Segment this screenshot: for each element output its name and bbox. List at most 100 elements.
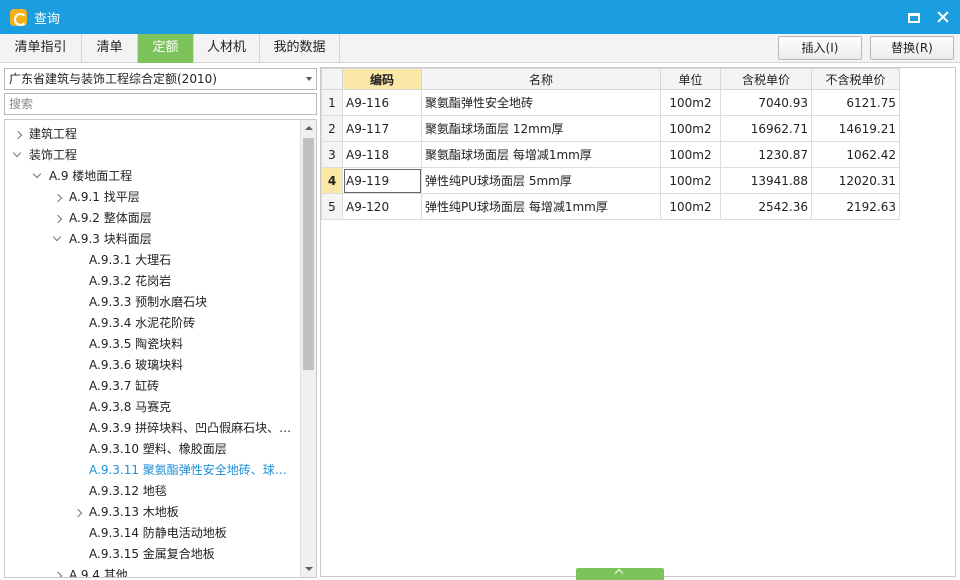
tab-labor-material-machine[interactable]: 人材机 (194, 34, 260, 63)
header-price-without-tax[interactable]: 不含税单价 (811, 68, 900, 90)
price-with-tax-cell[interactable]: 1230.87 (720, 141, 812, 168)
replace-button[interactable]: 替换(R) (870, 36, 954, 60)
code-cell[interactable]: A9-117 (342, 115, 422, 142)
search-input[interactable] (4, 93, 317, 115)
maximize-icon[interactable] (908, 13, 920, 23)
tree-item[interactable]: A.9.3.1 大理石 (5, 250, 300, 271)
tree-item[interactable]: A.9.1 找平层 (5, 187, 300, 208)
name-cell[interactable]: 弹性纯PU球场面层 每增减1mm厚 (421, 193, 661, 220)
chevron-right-icon[interactable] (49, 208, 65, 229)
price-with-tax-cell[interactable]: 7040.93 (720, 89, 812, 116)
tree-item[interactable]: A.9.3.4 水泥花阶砖 (5, 313, 300, 334)
tree-item[interactable]: A.9.2 整体面层 (5, 208, 300, 229)
window-controls (908, 0, 950, 34)
tree-item[interactable]: A.9 楼地面工程 (5, 166, 300, 187)
unit-cell[interactable]: 100m2 (660, 115, 721, 142)
name-cell[interactable]: 聚氨酯弹性安全地砖 (421, 89, 661, 116)
tree-item[interactable]: A.9.4 其他 (5, 565, 300, 577)
chevron-right-icon[interactable] (69, 502, 85, 523)
tree-item[interactable]: A.9.3.15 金属复合地板 (5, 544, 300, 565)
chevron-right-icon[interactable] (9, 124, 25, 145)
header-code[interactable]: 编码 (342, 68, 422, 90)
chevron-down-icon[interactable] (9, 145, 25, 166)
chevron-right-icon[interactable] (49, 565, 65, 577)
table-row[interactable]: 3 A9-118 聚氨酯球场面层 每增减1mm厚 100m2 1230.87 1062.4… (321, 141, 900, 168)
price-without-tax-cell[interactable]: 1062.42 (811, 141, 900, 168)
price-without-tax-cell[interactable]: 12020.31 (811, 167, 900, 194)
tree-item-label: A.9.3.6 玻璃块料 (89, 358, 184, 372)
tab-my-data[interactable]: 我的数据 (260, 34, 340, 63)
tab-quota[interactable]: 定额 (138, 34, 194, 63)
header-price-with-tax[interactable]: 含税单价 (720, 68, 812, 90)
name-cell[interactable]: 聚氨酯球场面层 每增减1mm厚 (421, 141, 661, 168)
tree-item[interactable]: A.9.3.6 玻璃块料 (5, 355, 300, 376)
tree-item[interactable]: A.9.3.10 塑料、橡胶面层 (5, 439, 300, 460)
chevron-down-icon[interactable] (49, 229, 65, 250)
tree-item[interactable]: 装饰工程 (5, 145, 300, 166)
tree-item[interactable]: A.9.3.3 预制水磨石块 (5, 292, 300, 313)
scroll-thumb[interactable] (303, 138, 314, 370)
tree-item-label: A.9.3.1 大理石 (89, 253, 172, 267)
header-name[interactable]: 名称 (421, 68, 661, 90)
header-unit[interactable]: 单位 (660, 68, 721, 90)
chevron-right-icon[interactable] (49, 187, 65, 208)
table-row[interactable]: 2 A9-117 聚氨酯球场面层 12mm厚 100m2 16962.71 14619.2… (321, 115, 900, 142)
name-cell[interactable]: 聚氨酯球场面层 12mm厚 (421, 115, 661, 142)
scroll-up-icon[interactable] (301, 120, 316, 136)
panel-collapse-handle[interactable] (576, 568, 664, 580)
library-select[interactable]: 广东省建筑与装饰工程综合定额(2010) (4, 68, 317, 90)
tree-item[interactable]: A.9.3 块料面层 (5, 229, 300, 250)
price-with-tax-cell[interactable]: 16962.71 (720, 115, 812, 142)
title-bar: 查询 (0, 0, 960, 34)
price-without-tax-cell[interactable]: 2192.63 (811, 193, 900, 220)
price-with-tax-cell[interactable]: 13941.88 (720, 167, 812, 194)
row-number-cell[interactable]: 4 (321, 167, 343, 194)
tree-item[interactable]: A.9.3.8 马赛克 (5, 397, 300, 418)
tree-item[interactable]: A.9.3.11 聚氨酯弹性安全地砖、球… (5, 460, 300, 481)
table-row[interactable]: 4 A9-119 弹性纯PU球场面层 5mm厚 100m2 13941.88 12020.… (321, 167, 900, 194)
code-cell[interactable]: A9-116 (342, 89, 422, 116)
dropdown-arrow-icon[interactable] (306, 77, 312, 81)
unit-cell[interactable]: 100m2 (660, 141, 721, 168)
tree-item[interactable]: A.9.3.5 陶瓷块料 (5, 334, 300, 355)
tree-scrollbar[interactable] (300, 120, 316, 577)
row-number-cell[interactable]: 3 (321, 141, 343, 168)
chevron-down-icon[interactable] (29, 166, 45, 187)
close-icon[interactable] (936, 10, 950, 24)
tree-item[interactable]: A.9.3.7 缸砖 (5, 376, 300, 397)
row-number-cell[interactable]: 1 (321, 89, 343, 116)
tree-item-label: A.9.3.2 花岗岩 (89, 274, 172, 288)
table-row[interactable]: 5 A9-120 弹性纯PU球场面层 每增减1mm厚 100m2 2542.36 2192… (321, 193, 900, 220)
tree-item[interactable]: 建筑工程 (5, 124, 300, 145)
tree-item[interactable]: A.9.3.13 木地板 (5, 502, 300, 523)
category-tree: 建筑工程 装饰工程 A.9 楼地面工程 A.9.1 找平层 A.9.2 整体面层 A.9.… (4, 119, 317, 578)
tree-item-label: A.9.3.11 聚氨酯弹性安全地砖、球… (89, 463, 287, 477)
scroll-down-icon[interactable] (301, 561, 316, 577)
tree-item-label: A.9.3.15 金属复合地板 (89, 547, 215, 561)
tree-item-label: A.9.3.4 水泥花阶砖 (89, 316, 196, 330)
table-row[interactable]: 1 A9-116 聚氨酯弹性安全地砖 100m2 7040.93 6121.75 (321, 89, 900, 116)
code-cell[interactable]: A9-119 (342, 167, 422, 194)
tree-item-label: A.9 楼地面工程 (49, 169, 133, 183)
tree-item-label: A.9.3.14 防静电活动地板 (89, 526, 227, 540)
row-number-cell[interactable]: 5 (321, 193, 343, 220)
tab-bill[interactable]: 清单 (82, 34, 138, 63)
price-without-tax-cell[interactable]: 6121.75 (811, 89, 900, 116)
row-number-cell[interactable]: 2 (321, 115, 343, 142)
price-with-tax-cell[interactable]: 2542.36 (720, 193, 812, 220)
tree-item-label: 装饰工程 (29, 148, 78, 162)
tree-item[interactable]: A.9.3.14 防静电活动地板 (5, 523, 300, 544)
unit-cell[interactable]: 100m2 (660, 89, 721, 116)
insert-button[interactable]: 插入(I) (778, 36, 862, 60)
name-cell[interactable]: 弹性纯PU球场面层 5mm厚 (421, 167, 661, 194)
tree-item[interactable]: A.9.3.9 拼碎块料、凹凸假麻石块、… (5, 418, 300, 439)
tree-item[interactable]: A.9.3.12 地毯 (5, 481, 300, 502)
unit-cell[interactable]: 100m2 (660, 193, 721, 220)
tree-item[interactable]: A.9.3.2 花岗岩 (5, 271, 300, 292)
price-without-tax-cell[interactable]: 14619.21 (811, 115, 900, 142)
code-cell[interactable]: A9-120 (342, 193, 422, 220)
unit-cell[interactable]: 100m2 (660, 167, 721, 194)
tab-bill-guide[interactable]: 清单指引 (0, 34, 82, 63)
tree-item-label: A.9.3.7 缸砖 (89, 379, 160, 393)
code-cell[interactable]: A9-118 (342, 141, 422, 168)
